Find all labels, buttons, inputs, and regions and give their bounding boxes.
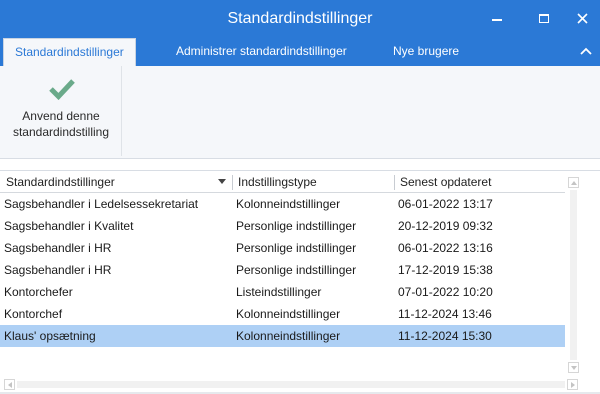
column-header-name[interactable]: Standardindstillinger <box>1 171 230 193</box>
cell-updated: 11-12-2024 15:30 <box>398 329 492 343</box>
ribbon-tab-strip: Standardindstillinger Administrer standa… <box>0 37 600 66</box>
minimize-button[interactable] <box>480 0 514 37</box>
title-bar: Standardindstillinger <box>0 0 600 37</box>
cell-name: Klaus' opsætning <box>4 329 96 343</box>
cell-updated: 20-12-2019 09:32 <box>398 219 493 233</box>
column-header-updated-label: Senest opdateret <box>400 175 492 189</box>
cell-name: Sagsbehandler i HR <box>4 263 112 277</box>
vertical-scrollbar[interactable] <box>565 171 582 394</box>
table-row[interactable]: Sagsbehandler i Kvalitet Personlige inds… <box>0 215 578 237</box>
ribbon-collapse-button[interactable] <box>578 43 594 59</box>
cell-name: Sagsbehandler i HR <box>4 241 112 255</box>
cell-type: Listeindstillinger <box>236 285 322 299</box>
ribbon-panel: Anvend denne standardindstilling <box>0 66 600 159</box>
scroll-right-button[interactable] <box>567 379 578 390</box>
minimize-icon <box>492 18 502 21</box>
cell-type: Personlige indstillinger <box>236 263 357 277</box>
column-header-updated[interactable]: Senest opdateret <box>395 171 563 193</box>
arrow-up-icon <box>570 180 577 185</box>
cell-type: Kolonneindstillinger <box>236 329 341 343</box>
tab-administrer-standardindstillinger[interactable]: Administrer standardindstillinger <box>165 38 358 66</box>
table-row[interactable]: Kontorchef Kolonneindstillinger 11-12-20… <box>0 303 578 325</box>
cell-type: Kolonneindstillinger <box>236 197 341 211</box>
cell-updated: 06-01-2022 13:16 <box>398 241 493 255</box>
tab-nye-brugere[interactable]: Nye brugere <box>382 38 470 66</box>
table-row[interactable]: Kontorchefer Listeindstillinger 07-01-20… <box>0 281 578 303</box>
table-row[interactable]: Sagsbehandler i HR Personlige indstillin… <box>0 259 578 281</box>
column-header-name-label: Standardindstillinger <box>6 175 115 189</box>
table-row-selected[interactable]: Klaus' opsætning Kolonneindstillinger 11… <box>0 325 578 347</box>
apply-label-line1: Anvend denne <box>22 109 100 123</box>
column-header-type[interactable]: Indstillingstype <box>233 171 394 193</box>
apply-setting-button[interactable]: Anvend denne standardindstilling <box>0 66 122 156</box>
chevron-up-icon <box>580 47 592 55</box>
cell-name: Sagsbehandler i Kvalitet <box>4 219 134 233</box>
column-header-type-label: Indstillingstype <box>238 175 317 189</box>
horizontal-scroll-track[interactable] <box>17 381 565 388</box>
sort-descending-icon <box>218 179 226 184</box>
scroll-up-button[interactable] <box>568 177 579 188</box>
cell-name: Kontorchefer <box>4 285 73 299</box>
apply-setting-label: Anvend denne standardindstilling <box>0 108 122 140</box>
cell-updated: 07-01-2022 10:20 <box>398 285 493 299</box>
maximize-icon <box>539 14 549 23</box>
arrow-down-icon <box>570 365 577 370</box>
maximize-button[interactable] <box>527 0 561 37</box>
apply-label-line2: standardindstilling <box>12 125 110 139</box>
horizontal-scrollbar[interactable] <box>0 377 582 393</box>
scroll-left-button[interactable] <box>4 379 15 390</box>
scroll-down-button[interactable] <box>568 362 579 373</box>
vertical-scroll-track[interactable] <box>570 190 577 360</box>
cell-name: Sagsbehandler i Ledelsessekretariat <box>4 197 199 211</box>
close-icon <box>576 13 588 24</box>
arrow-right-icon <box>570 381 575 388</box>
grid-header: Standardindstillinger Indstillingstype S… <box>0 171 582 193</box>
cell-type: Personlige indstillinger <box>236 241 357 255</box>
cell-updated: 11-12-2024 13:46 <box>398 307 492 321</box>
table-row[interactable]: Sagsbehandler i HR Personlige indstillin… <box>0 237 578 259</box>
arrow-left-icon <box>7 381 12 388</box>
cell-updated: 06-01-2022 13:17 <box>398 197 493 211</box>
close-button[interactable] <box>565 0 599 37</box>
settings-grid: Standardindstillinger Indstillingstype S… <box>0 170 600 394</box>
checkmark-icon <box>49 79 75 100</box>
tab-standardindstillinger[interactable]: Standardindstillinger <box>3 38 136 66</box>
table-row[interactable]: Sagsbehandler i Ledelsessekretariat Kolo… <box>0 193 578 215</box>
cell-type: Personlige indstillinger <box>236 219 357 233</box>
cell-type: Kolonneindstillinger <box>236 307 341 321</box>
cell-updated: 17-12-2019 15:38 <box>398 263 493 277</box>
cell-name: Kontorchef <box>4 307 63 321</box>
